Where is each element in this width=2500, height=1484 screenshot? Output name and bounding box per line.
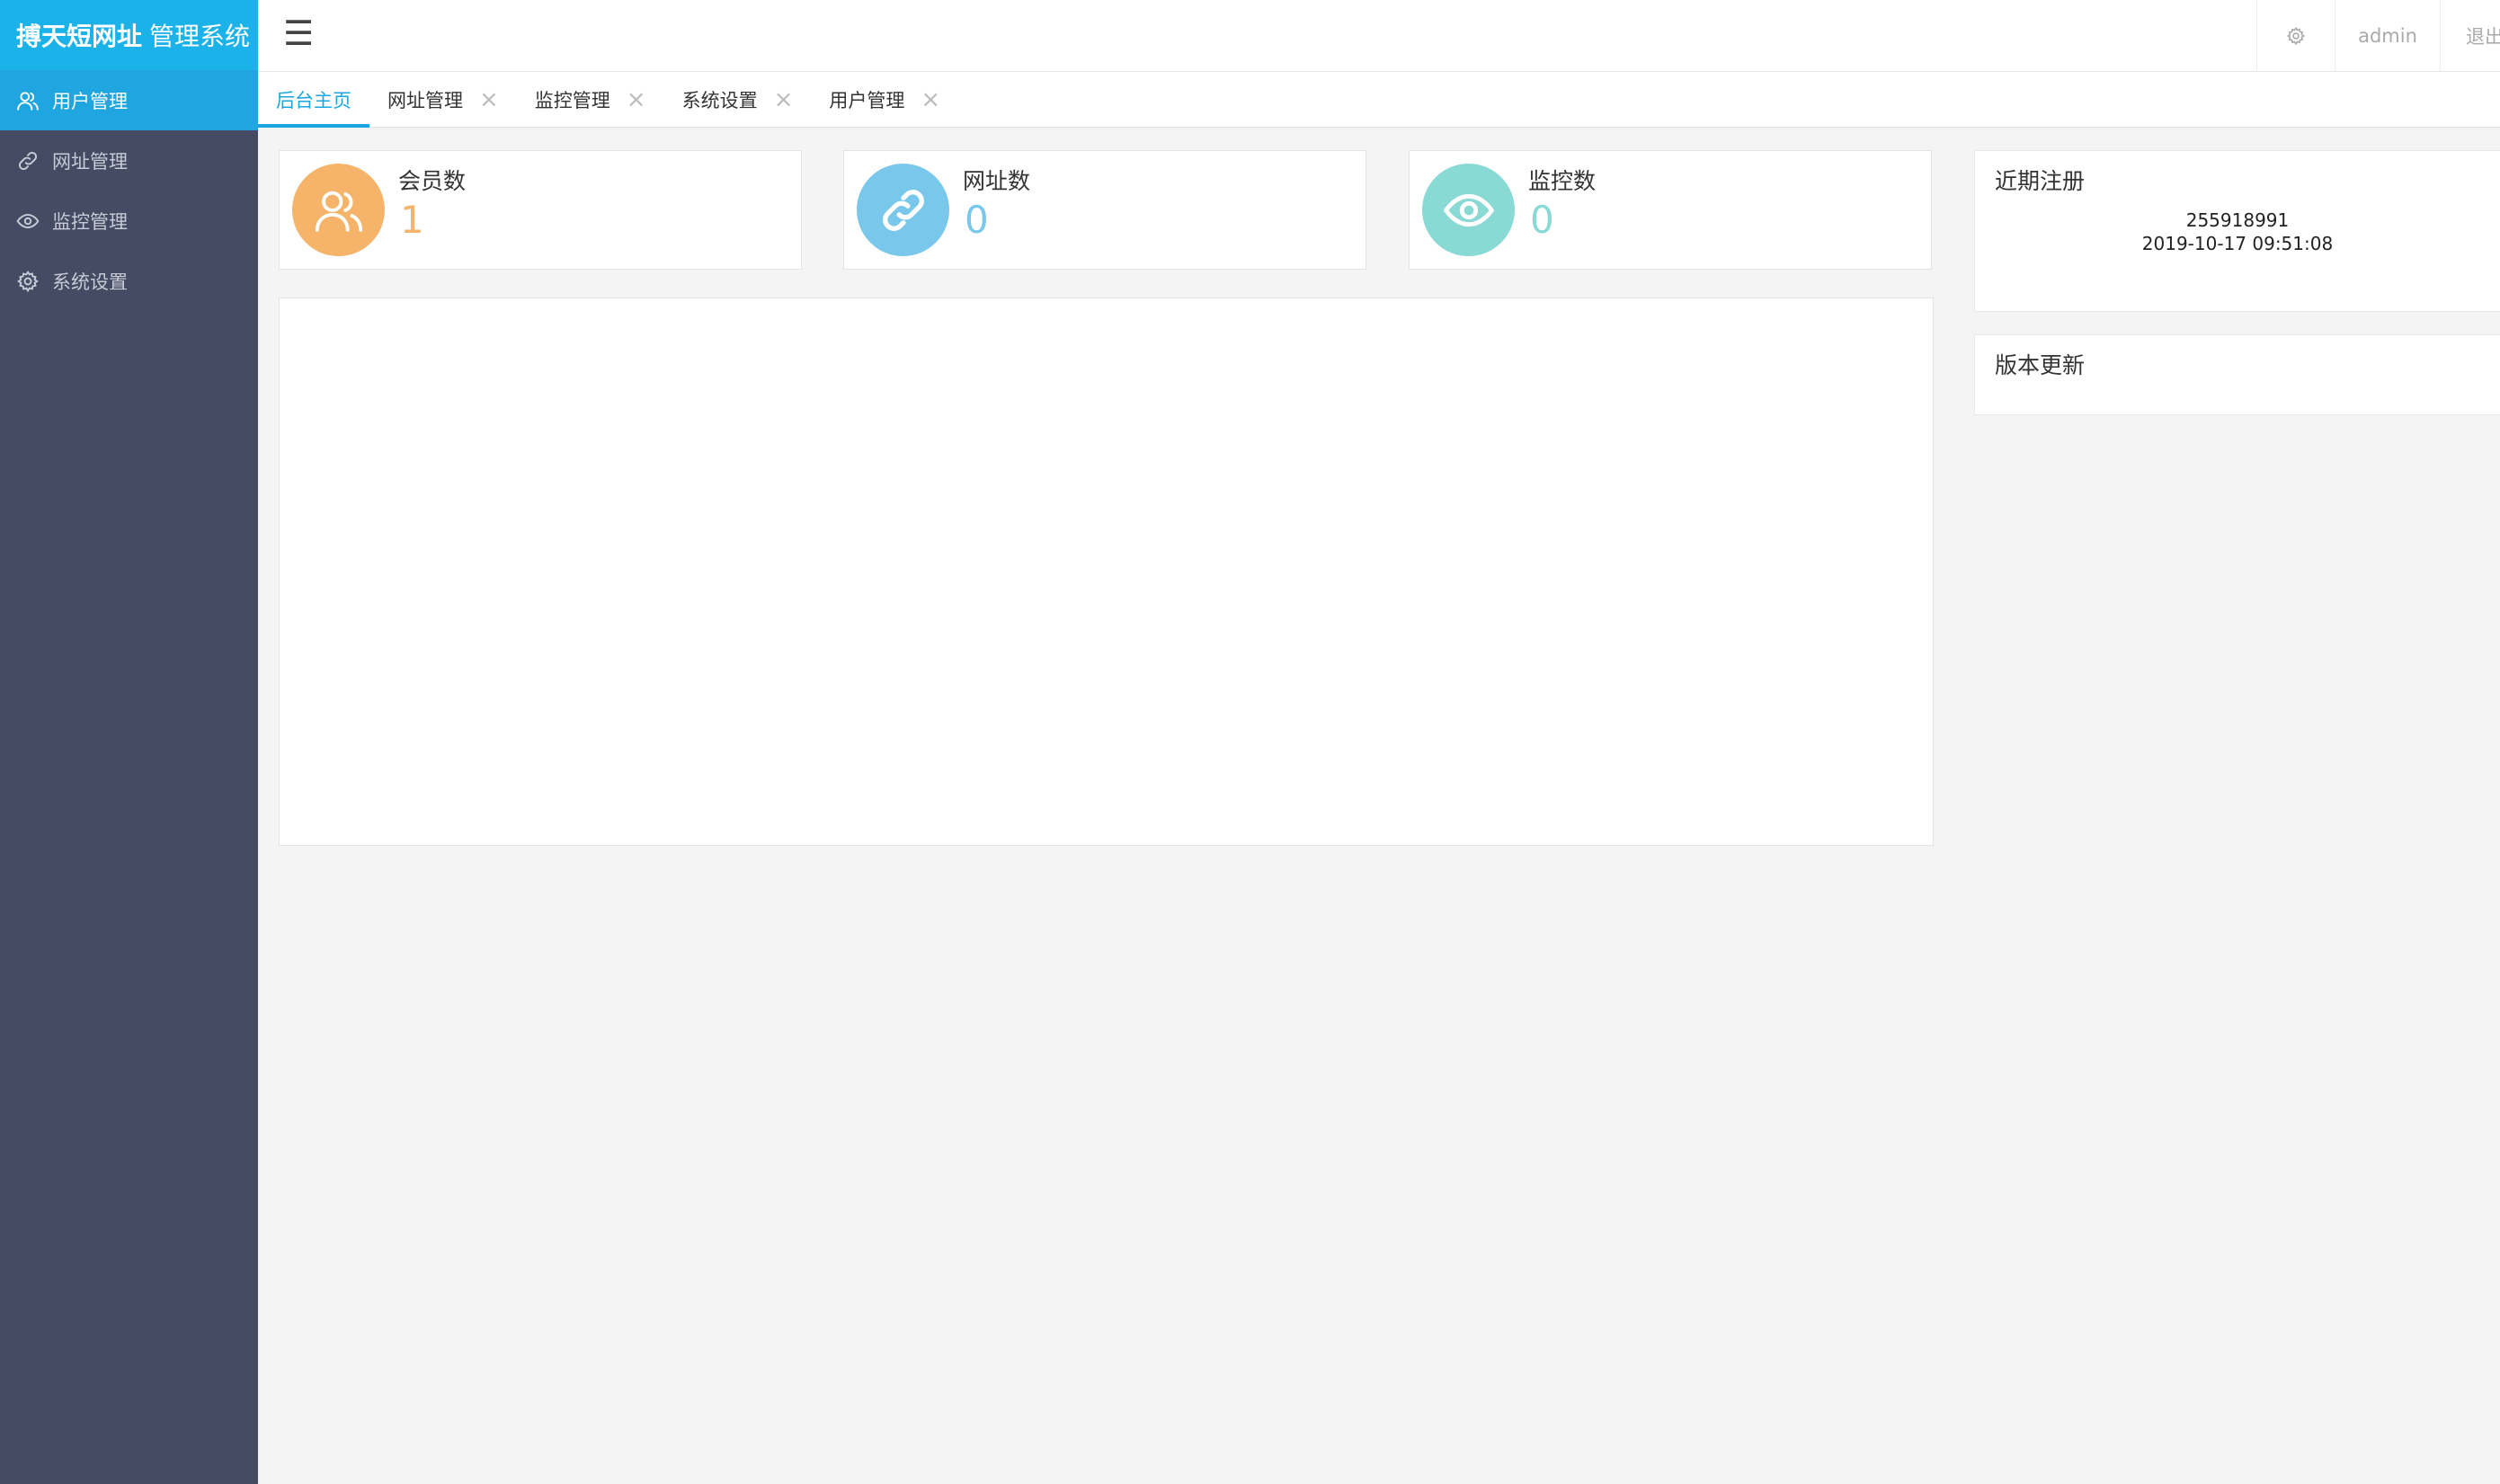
recent-registrations-panel: 近期注册 255918991 2019-10-17 09:51:08 [1974,150,2500,312]
users-icon [292,164,385,256]
close-icon[interactable]: × [627,88,646,111]
panel-title: 近期注册 [1995,168,2086,194]
stat-label: 会员数 [398,168,467,194]
tab-url-manage[interactable]: 网址管理 × [369,72,517,127]
gear-icon [16,270,40,293]
users-icon [16,89,40,112]
sidebar: 搏天短网址 管理系统 用户管理 网址管理 监控管理 系统设置 [0,0,258,1484]
sidebar-item-monitor[interactable]: 监控管理 [0,191,258,251]
stat-value: 1 [400,198,424,242]
app-root: 搏天短网址 管理系统 用户管理 网址管理 监控管理 系统设置 ☰ admin 退… [0,0,2500,1484]
recent-list: 255918991 2019-10-17 09:51:08 [1975,209,2500,255]
tab-label: 用户管理 [829,89,905,111]
recent-user: 255918991 [2185,209,2290,231]
sidebar-item-label: 系统设置 [52,271,128,293]
chart-panel [279,298,1934,846]
eye-icon [1422,164,1515,256]
user-menu-button[interactable]: admin [2335,0,2440,72]
tab-label: 后台主页 [276,89,351,111]
brand-subtitle: 管理系统 [149,22,251,51]
sidebar-nav: 用户管理 网址管理 监控管理 系统设置 [0,70,258,311]
tab-label: 网址管理 [387,89,463,111]
stat-value: 0 [965,198,989,242]
sidebar-item-label: 网址管理 [52,150,128,173]
tab-home[interactable]: 后台主页 [258,72,369,128]
gear-icon [2286,26,2306,46]
version-update-panel: 版本更新 [1974,334,2500,415]
stat-value: 0 [1530,198,1554,242]
sidebar-item-urls[interactable]: 网址管理 [0,130,258,191]
stat-card-urls: 网址数 0 [843,150,1366,270]
stat-label: 监控数 [1528,168,1597,194]
sidebar-item-label: 用户管理 [52,90,128,112]
link-icon [16,149,40,173]
close-icon[interactable]: × [774,88,794,111]
header-settings-button[interactable] [2256,0,2335,72]
tab-bar: 后台主页 网址管理 × 监控管理 × 系统设置 × 用户管理 × [258,72,2500,128]
panel-title: 版本更新 [1995,352,2086,378]
eye-icon [16,209,40,233]
stat-card-members: 会员数 1 [279,150,802,270]
sidebar-item-label: 监控管理 [52,210,128,233]
sidebar-item-settings[interactable]: 系统设置 [0,251,258,311]
logout-button[interactable]: 退出 [2440,0,2500,72]
brand-name: 搏天短网址 [16,22,143,51]
recent-time: 2019-10-17 09:51:08 [2141,233,2334,254]
link-icon [857,164,949,256]
stat-card-monitors: 监控数 0 [1409,150,1932,270]
tab-label: 监控管理 [534,89,610,111]
close-icon[interactable]: × [921,88,940,111]
tab-label: 系统设置 [681,89,758,111]
list-item: 255918991 2019-10-17 09:51:08 [1975,209,2500,255]
menu-toggle-icon[interactable]: ☰ [283,16,314,50]
tab-user-manage[interactable]: 用户管理 × [811,72,958,127]
stat-label: 网址数 [963,168,1031,194]
header-actions: admin 退出 [2256,0,2500,72]
tab-monitor-manage[interactable]: 监控管理 × [517,72,664,127]
sidebar-item-users[interactable]: 用户管理 [0,70,258,130]
tab-system-settings[interactable]: 系统设置 × [664,72,812,127]
close-icon[interactable]: × [479,88,499,111]
top-header: ☰ admin 退出 [258,0,2500,72]
brand-logo[interactable]: 搏天短网址 管理系统 [0,0,258,70]
